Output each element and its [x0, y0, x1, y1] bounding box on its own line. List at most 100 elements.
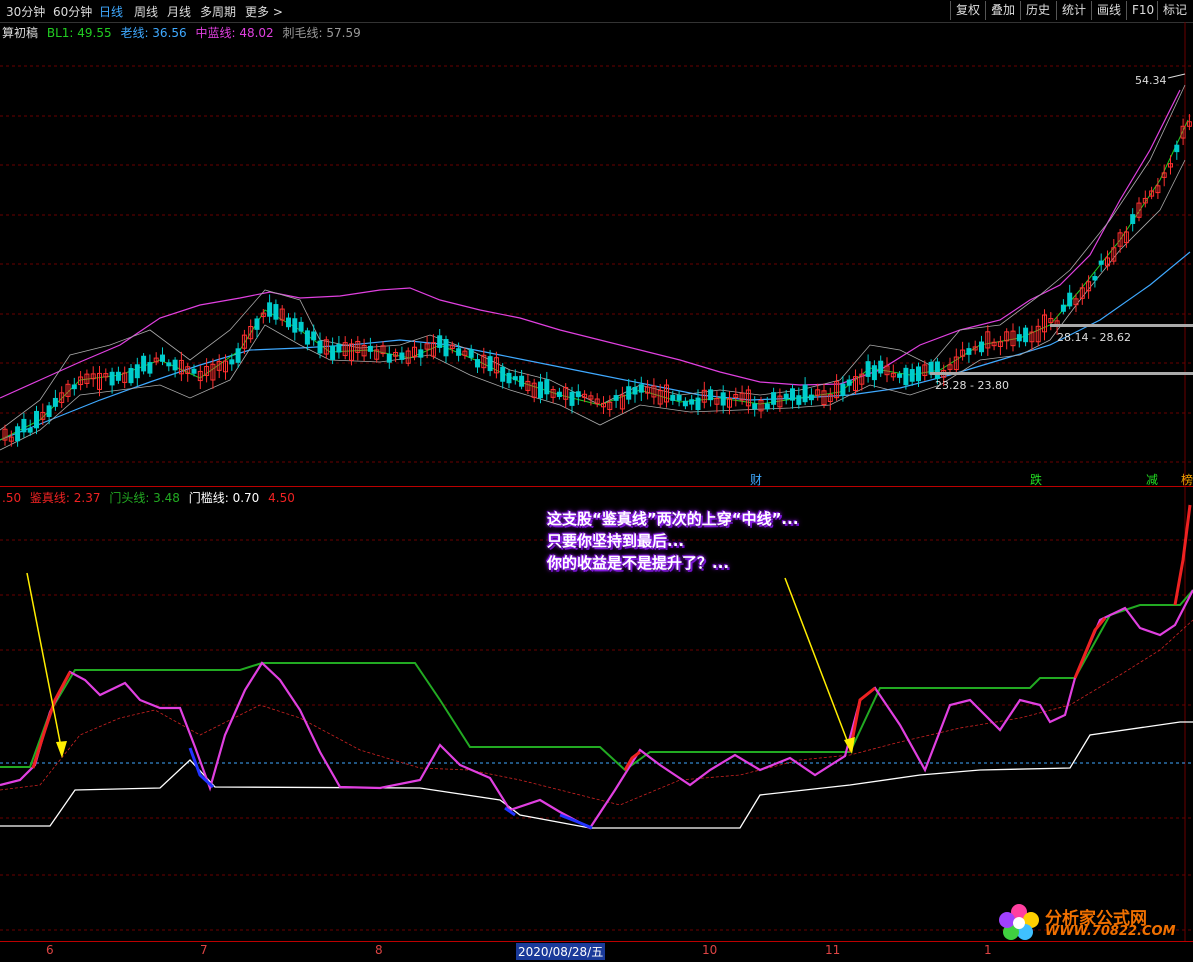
adjust-button[interactable]: 复权 — [950, 1, 985, 20]
bl1-line — [0, 119, 1189, 441]
candle-body — [1060, 304, 1066, 312]
candle-body — [752, 403, 758, 410]
candle-body — [254, 318, 260, 330]
jianzhen-up-segment — [1073, 617, 1107, 679]
candle-body — [456, 348, 462, 356]
candle-body — [916, 366, 921, 382]
candle-body — [475, 359, 480, 368]
candle-body — [399, 352, 405, 360]
candle-body — [909, 369, 915, 382]
x-label: 7 — [200, 943, 208, 957]
period-toolbar: 30分钟 60分钟 日线 周线 月线 多周期 更多 > 复权 叠加 历史 统计 … — [0, 0, 1193, 23]
history-button[interactable]: 历史 — [1020, 1, 1055, 20]
mentou-line — [0, 589, 1193, 772]
candle-body — [15, 426, 21, 442]
level1-price-label: 28.14 - 28.62 — [1057, 331, 1131, 344]
candle-body — [273, 304, 279, 320]
x-label: 11 — [825, 943, 841, 957]
spike-lower-band — [0, 159, 1186, 451]
period-tab-weekly[interactable]: 周线 — [134, 3, 158, 20]
watermark-logo: 分析家公式网 WWW.70822.COM — [997, 902, 1187, 940]
candle-body — [304, 330, 310, 345]
mid-line — [0, 89, 1181, 399]
draw-line-button[interactable]: 画线 — [1091, 1, 1126, 20]
x-label: 10 — [702, 943, 718, 957]
f10-button[interactable]: F10 — [1126, 1, 1159, 20]
period-tab-daily[interactable]: 日线 — [99, 3, 123, 20]
candle-body — [802, 384, 808, 403]
menkan-line — [0, 721, 1193, 829]
period-tab-multi[interactable]: 多周期 — [200, 3, 236, 20]
candle-body — [235, 348, 241, 363]
candle-body — [840, 383, 846, 396]
candle-body — [1130, 214, 1136, 224]
candle-body — [267, 302, 273, 317]
price-level-lines — [930, 73, 1193, 375]
level-line-1 — [1050, 324, 1193, 327]
candle-body — [670, 394, 676, 401]
candle-body — [147, 362, 153, 374]
candle-body — [298, 321, 304, 332]
arrow-line — [784, 577, 851, 749]
period-tab-30min[interactable]: 30分钟 — [6, 3, 45, 20]
candle-body — [286, 317, 291, 328]
candle-body — [771, 392, 777, 405]
candle-body — [538, 381, 543, 399]
candle-body — [27, 427, 33, 433]
candle-body — [311, 331, 317, 341]
candle-body — [682, 400, 688, 407]
candle-body — [109, 371, 115, 386]
period-tab-60min[interactable]: 60分钟 — [53, 3, 92, 20]
jianzhen-up-segment — [1173, 504, 1192, 606]
candle-body — [500, 366, 506, 382]
trend-dashed-line — [0, 619, 1193, 806]
overlay-button[interactable]: 叠加 — [985, 1, 1020, 20]
candle-body — [34, 410, 39, 429]
candle-body — [141, 355, 147, 372]
candle-body — [386, 353, 392, 363]
candle-body — [544, 379, 550, 395]
candle-body — [336, 344, 342, 353]
legend-value: 4.50 — [268, 491, 295, 505]
candle-body — [1092, 276, 1098, 281]
level-line-2 — [930, 372, 1193, 375]
candle-body — [468, 349, 474, 358]
candle-body — [897, 373, 903, 378]
candle-body — [903, 367, 909, 386]
candle-body — [979, 341, 984, 353]
candle-body — [720, 392, 726, 406]
candle-body — [966, 348, 972, 355]
candle-body — [708, 389, 714, 401]
annotation-line-2: 只要你坚持到最后... — [547, 532, 685, 550]
candle-body — [166, 362, 172, 367]
legend-jianzhen-line: 鉴真线: 2.37 — [29, 491, 101, 505]
candle-body — [46, 405, 52, 418]
stats-button[interactable]: 统计 — [1056, 1, 1091, 20]
candle-body — [556, 391, 562, 397]
sub-legend-prefix: .50 — [2, 491, 22, 505]
annotation-arrows — [26, 572, 855, 758]
candle-body — [689, 399, 695, 405]
candle-body — [330, 345, 336, 360]
candle-body — [191, 368, 197, 374]
candle-body — [846, 379, 852, 386]
candle-body — [1174, 144, 1180, 153]
mark-button[interactable]: 标记 — [1157, 1, 1192, 20]
flower-logo-icon — [999, 904, 1039, 940]
candle-body — [676, 394, 682, 401]
candle-body — [292, 318, 298, 333]
candle-body — [512, 376, 518, 381]
candle-body — [878, 360, 884, 374]
period-tab-monthly[interactable]: 月线 — [167, 3, 191, 20]
candle-body — [1098, 260, 1104, 265]
grid-lines — [0, 22, 1193, 941]
arrow-head — [56, 741, 67, 758]
candlesticks — [2, 114, 1192, 447]
candle-body — [506, 372, 512, 384]
candle-body — [808, 394, 814, 401]
period-tab-more[interactable]: 更多 > — [245, 3, 283, 20]
stock-chart[interactable] — [0, 22, 1193, 941]
candle-body — [934, 361, 940, 379]
candle-body — [128, 368, 134, 384]
candle-body — [367, 345, 373, 352]
